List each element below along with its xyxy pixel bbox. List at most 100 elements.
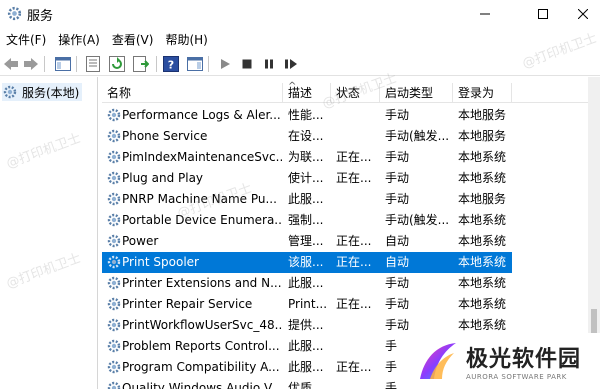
service-status: 正在... [336,255,372,269]
toolbar-separator [76,56,77,72]
service-gear-icon [107,381,121,389]
service-name: PrintWorkflowUserSvc_48... [122,318,282,332]
restart-service-button[interactable] [282,55,300,73]
stop-service-button[interactable] [238,55,256,73]
menu-help[interactable]: 帮助(H) [159,30,213,50]
pause-service-button[interactable] [260,55,278,73]
service-name: PNRP Machine Name Pu... [122,192,277,206]
service-startup-type: 手动 [385,108,410,122]
column-header-status-label: 状态 [336,86,361,100]
window-title: 服务 [27,9,54,24]
service-gear-icon [107,150,121,164]
service-row[interactable]: Phone Service 在设... 手动(触发... 本地服务 [102,126,512,147]
service-name: Performance Logs & Aler... [122,108,281,122]
play-icon [221,59,230,69]
minimize-icon [480,13,490,15]
service-name: Phone Service [122,129,208,143]
title-bar: 服务 [0,0,600,28]
service-logon-as: 本地系统 [458,150,507,164]
service-status: 正在... [336,360,372,374]
export-list-button[interactable] [132,55,150,73]
service-description: 在设... [288,129,324,143]
service-description: 此服... [288,339,324,353]
show-hide-console-tree-button[interactable] [54,55,72,73]
help-icon: ? [163,56,179,72]
service-name: Power [122,234,159,248]
service-logon-as: 本地服务 [458,108,507,122]
back-arrow-icon [4,58,18,70]
service-description: 提供... [288,318,324,332]
service-name: Plug and Play [122,171,204,185]
menu-view[interactable]: 查看(V) [106,30,160,50]
maximize-button[interactable] [520,0,566,28]
service-gear-icon [107,129,121,143]
service-row[interactable]: PNRP Machine Name Pu... 此服... 手动 本地服务 [102,189,512,210]
service-status [336,336,380,357]
service-row[interactable]: Power 管理... 正在... 自动 本地系统 [102,231,512,252]
service-startup-type: 手动(触发... [385,213,450,227]
service-row[interactable]: Print Spooler 该服... 正在... 自动 本地系统 [102,252,512,273]
service-description: 优质... [288,381,324,389]
service-description: 此服... [288,276,324,290]
service-name: Quality Windows Audio V... [122,381,282,389]
properties-icon [86,56,100,72]
service-gear-icon [107,276,121,290]
column-header-startup-type[interactable]: 启动类型 [380,83,453,103]
service-gear-icon [107,171,121,185]
service-description: 为联... [288,150,324,164]
action-pane-icon [187,57,203,71]
menu-file[interactable]: 文件(F) [0,30,52,50]
column-header-name[interactable]: 名称 [102,83,283,103]
service-row[interactable]: Plug and Play 使计... 正在... 手动 本地系统 [102,168,512,189]
service-startup-type: 手动 [385,171,410,185]
start-service-button[interactable] [216,55,234,73]
service-status [336,105,380,126]
maximize-icon [538,9,548,19]
tree-node-services-local[interactable]: 服务(本地) [2,83,82,101]
service-startup-type: 手动 [385,276,410,290]
export-list-icon [133,56,149,72]
service-gear-icon [107,360,121,374]
service-description: 管理... [288,234,324,248]
service-status: 正在... [336,297,372,311]
service-startup-type: 手动 [385,297,410,311]
svg-text:?: ? [168,59,174,72]
back-button[interactable] [2,55,20,73]
refresh-button[interactable] [108,55,126,73]
list-header: 名称 ^ 描述 状态 启动类型 登录为 [102,81,600,103]
service-name: Printer Extensions and N... [122,276,282,290]
menu-action[interactable]: 操作(A) [52,30,106,50]
service-logon-as: 本地系统 [458,297,507,311]
help-button[interactable]: ? [162,55,180,73]
column-header-logon-as[interactable]: 登录为 [453,83,512,103]
service-gear-icon [107,234,121,248]
properties-button[interactable] [84,55,102,73]
show-action-pane-button[interactable] [186,55,204,73]
service-row[interactable]: Portable Device Enumera... 强制... 手动(触发... 本… [102,210,512,231]
column-header-description[interactable]: 描述 [283,83,331,103]
minimize-button[interactable] [462,0,508,28]
service-status [336,273,380,294]
service-description: 此服... [288,192,324,206]
service-name: Program Compatibility A... [122,360,280,374]
services-gear-icon [7,6,22,21]
menu-bar: 文件(F) 操作(A) 查看(V) 帮助(H) [0,30,600,50]
service-status: 正在... [336,150,372,164]
service-description: 使计... [288,171,324,185]
service-description: 该服... [288,255,324,269]
service-row[interactable]: Printer Extensions and N... 此服... 手动 本地系统 [102,273,512,294]
service-name: Printer Repair Service [122,297,253,311]
pause-icon [265,59,273,69]
close-button[interactable] [566,0,600,28]
service-row[interactable]: Printer Repair Service Print... 正在... 手动 本地系… [102,294,512,315]
column-header-name-label: 名称 [107,86,132,100]
toolbar-separator [44,56,45,72]
refresh-icon [109,56,125,72]
service-status [336,315,380,336]
forward-button[interactable] [22,55,40,73]
service-logon-as: 本地系统 [458,255,507,269]
service-row[interactable]: Performance Logs & Aler... 性能... 手动 本地服务 [102,105,512,126]
column-header-status[interactable]: 状态 [331,83,380,103]
service-gear-icon [107,297,121,311]
service-row[interactable]: PimIndexMaintenanceSvc... 为联... 正在... 手动 本地系… [102,147,512,168]
